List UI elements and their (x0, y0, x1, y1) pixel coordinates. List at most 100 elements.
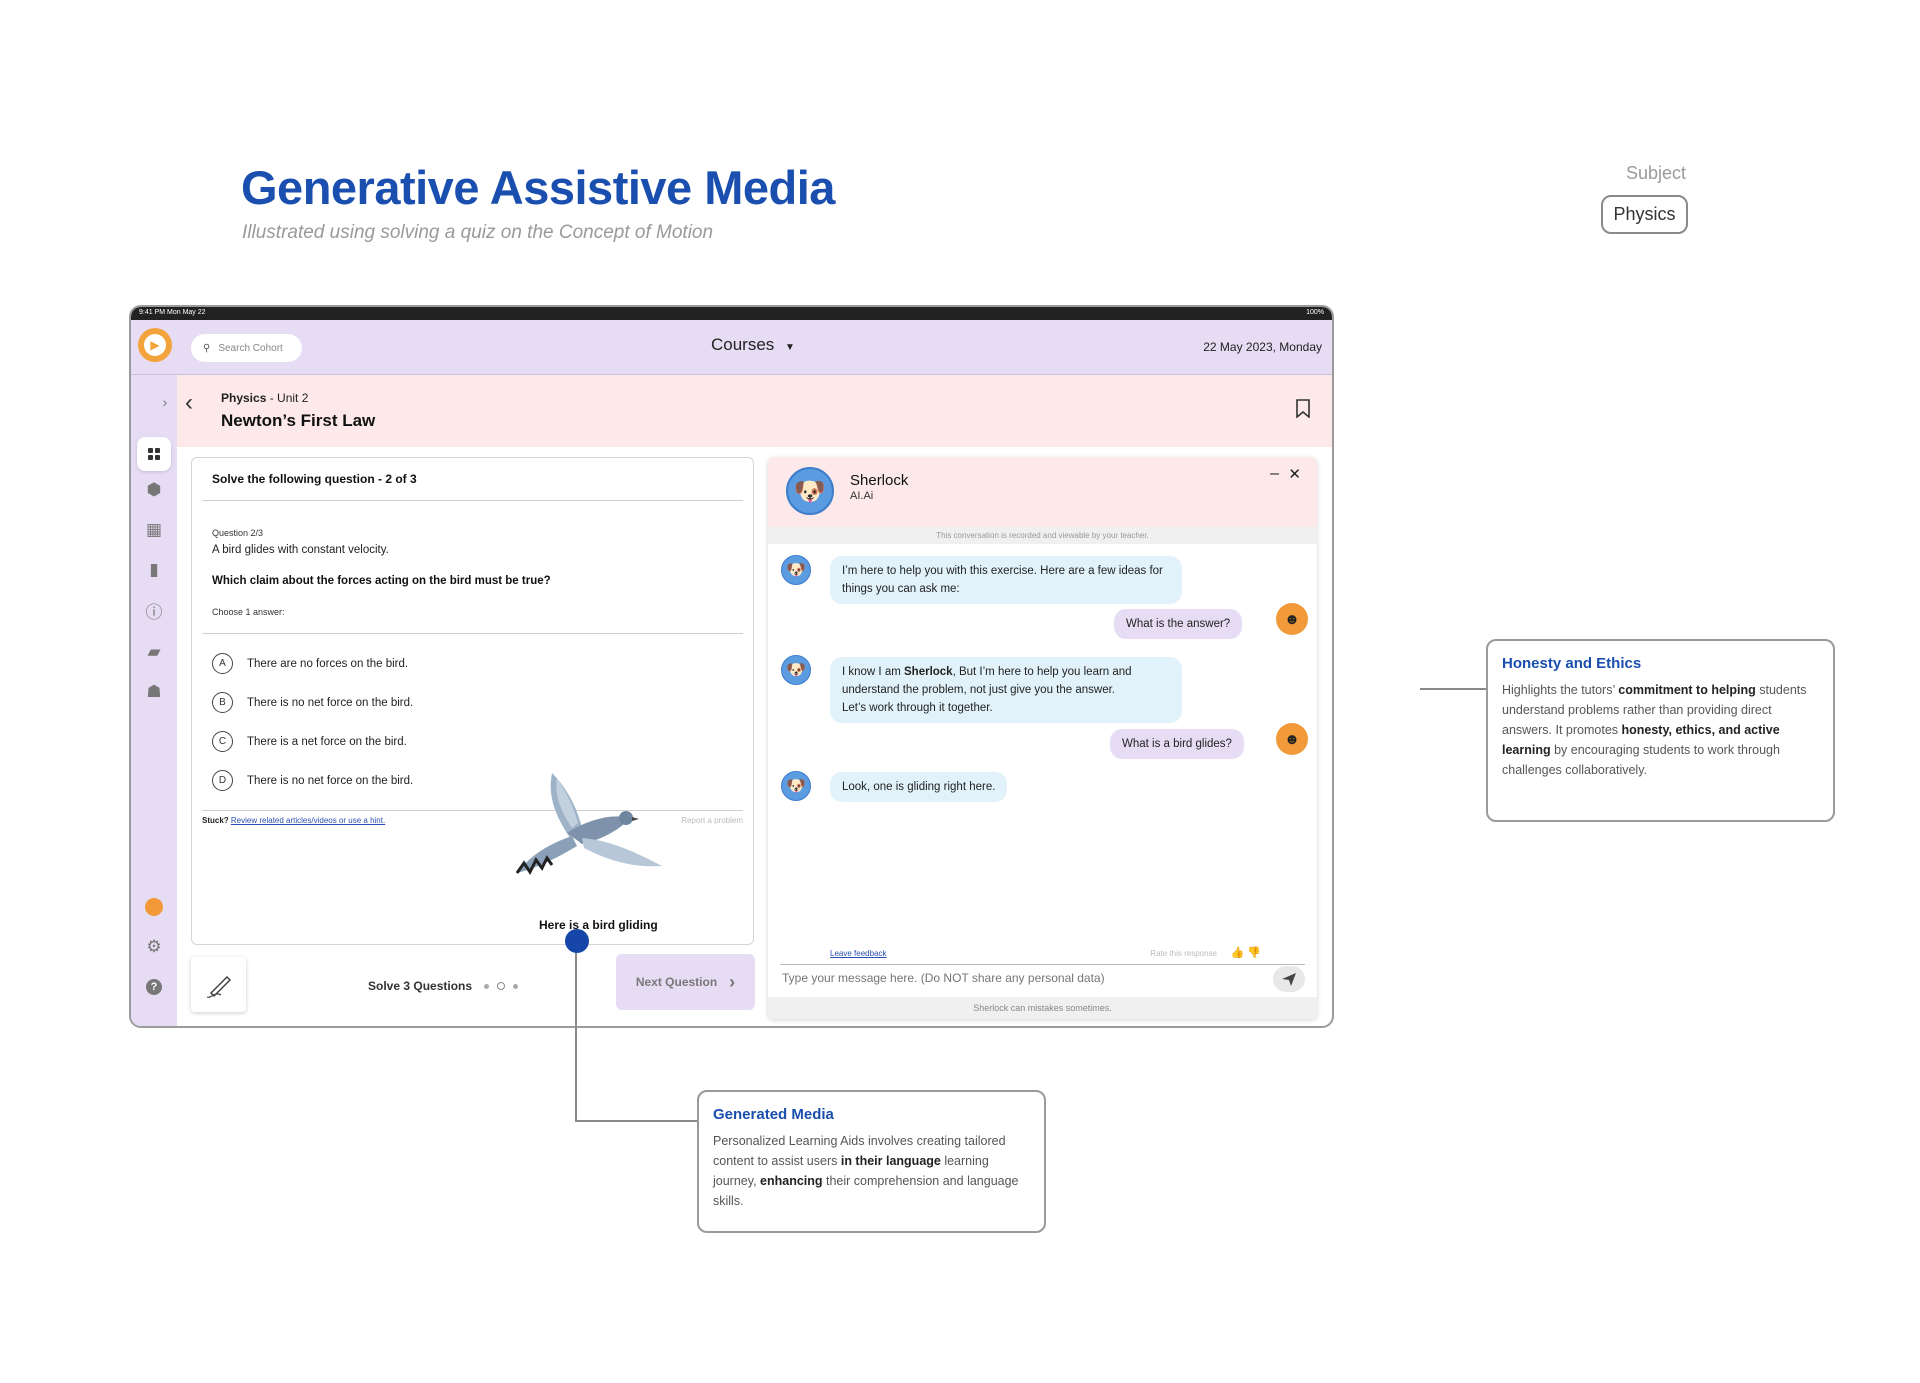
divider (202, 633, 743, 634)
callout-title: Generated Media (713, 1106, 834, 1123)
dog-face-icon: 🐶 (786, 662, 806, 679)
stuck-label: Stuck? (202, 816, 229, 825)
chat-message-user: What is a bird glides? (1110, 729, 1244, 759)
option-radio[interactable]: B (212, 692, 233, 713)
bookmark-icon[interactable] (1296, 399, 1310, 418)
minimize-icon[interactable]: – (1270, 465, 1279, 483)
bot-avatar-small: 🐶 (781, 771, 811, 801)
answer-option-b[interactable]: B There is no net force on the bird. (212, 692, 413, 713)
answer-option-a[interactable]: A There are no forces on the bird. (212, 653, 408, 674)
next-question-label: Next Question (635, 975, 718, 989)
answer-option-d[interactable]: D There is no net force on the bird. (212, 770, 413, 791)
scratchpad-button[interactable] (191, 957, 246, 1012)
sidebar-expand-chevron-icon[interactable]: › (155, 385, 175, 419)
sidebar-item-messages[interactable]: ▰ (137, 635, 171, 669)
sidebar-item-settings[interactable]: ⚙ (137, 930, 171, 964)
leave-feedback-link[interactable]: Leave feedback (830, 949, 887, 958)
dog-face-icon: 🐶 (786, 562, 806, 579)
option-radio[interactable]: A (212, 653, 233, 674)
thumbs-down-icon[interactable]: 👎 (1247, 947, 1261, 959)
progress-dot (513, 983, 518, 989)
media-connector-horizontal (575, 1120, 698, 1122)
progress-dots (484, 982, 518, 990)
gliding-bird-image (515, 773, 662, 875)
next-question-button[interactable]: Next Question › (616, 954, 755, 1010)
app-logo[interactable]: ▶ (138, 328, 172, 362)
send-button[interactable] (1273, 966, 1305, 992)
sidebar-item-help[interactable]: ? (137, 970, 171, 1004)
sidebar-item-dashboard[interactable] (137, 437, 171, 471)
lesson-title: Newton’s First Law (221, 411, 376, 430)
sidebar-item-info[interactable]: ⓘ (137, 593, 171, 627)
chevron-down-icon: ▼ (785, 342, 795, 353)
sidebar-item-modules[interactable]: ⬢ (137, 473, 171, 507)
hint-link[interactable]: Review related articles/videos or use a … (231, 816, 385, 825)
callout-emphasis: commitment to helping (1618, 683, 1756, 697)
recording-notice: This conversation is recorded and viewab… (768, 527, 1317, 544)
sidebar-avatar[interactable] (137, 890, 171, 924)
back-chevron-icon[interactable]: ‹ (185, 389, 193, 417)
sidebar: › ⬢ ▦ ▮ ⓘ ▰ ☗ ⚙ ? (131, 375, 177, 1026)
dashboard-icon (148, 448, 160, 460)
help-icon: ? (146, 979, 162, 995)
option-radio[interactable]: C (212, 731, 233, 752)
search-placeholder: Search Cohort (218, 342, 283, 354)
tablet-frame: 9:41 PM Mon May 22 100% ▶ ⚲ Search Cohor… (129, 305, 1334, 1028)
chat-disclaimer: Sherlock can mistakes sometimes. (768, 997, 1317, 1019)
divider (780, 964, 1305, 965)
user-avatar: ☻ (1276, 603, 1308, 635)
user-avatar: ☻ (1276, 723, 1308, 755)
info-icon: ⓘ (145, 602, 163, 622)
sidebar-item-groups[interactable]: ☗ (137, 675, 171, 709)
breadcrumb-unit: - Unit 2 (266, 391, 309, 405)
progress-dot (484, 983, 489, 989)
option-radio[interactable]: D (212, 770, 233, 791)
message-bold: Sherlock (904, 666, 953, 678)
status-battery: 100% (1306, 309, 1324, 316)
breadcrumb-subject[interactable]: Physics (221, 391, 266, 405)
chevron-right-icon: › (729, 971, 736, 992)
cube-icon: ⬢ (146, 480, 162, 499)
callout-body: Highlights the tutors’ commitment to hel… (1502, 680, 1819, 780)
logo-mark-icon: ▶ (144, 334, 166, 356)
quiz-card: Solve the following question - 2 of 3 Qu… (191, 457, 754, 945)
chat-message-input[interactable] (782, 971, 1202, 985)
chat-message-bot: I know I am Sherlock, But I’m here to he… (830, 657, 1182, 723)
thumbs-up-icon[interactable]: 👍 (1231, 947, 1245, 959)
option-label: There is a net force on the bird. (247, 735, 407, 748)
bot-avatar-small: 🐶 (781, 555, 811, 585)
search-cohort-input[interactable]: ⚲ Search Cohort (191, 334, 302, 362)
bot-avatar: 🐶 (786, 467, 834, 515)
question-prompt: Which claim about the forces acting on t… (212, 575, 551, 587)
courses-dropdown[interactable]: Courses ▼ (711, 335, 795, 355)
divider (202, 500, 743, 501)
option-label: There is no net force on the bird. (247, 696, 414, 709)
top-bar: ▶ ⚲ Search Cohort Courses ▼ 22 May 2023,… (131, 320, 1332, 375)
dog-face-icon: 🐶 (786, 778, 806, 795)
message-text: I know I am (842, 666, 904, 678)
callout-text: Highlights the tutors’ (1502, 683, 1619, 697)
chat-icon: ▰ (147, 642, 161, 661)
sidebar-item-calculator[interactable]: ▦ (137, 513, 171, 547)
stuck-hint: Stuck? Review related articles/videos or… (202, 816, 385, 825)
book-icon: ▮ (149, 560, 159, 579)
answer-option-c[interactable]: C There is a net force on the bird. (212, 731, 407, 752)
send-icon (1282, 973, 1296, 986)
callout-emphasis: in their language (840, 1154, 941, 1168)
chat-message-bot: Look, one is gliding right here. (830, 772, 1008, 802)
gear-icon: ⚙ (146, 937, 162, 956)
report-problem-link[interactable]: Report a problem (681, 816, 743, 825)
rate-response-label: Rate this response (1150, 949, 1217, 958)
question-stem: A bird glides with constant velocity. (212, 544, 389, 556)
question-number: Question 2/3 (212, 528, 264, 538)
subject-pill[interactable]: Physics (1601, 195, 1688, 234)
group-icon: ☗ (146, 682, 162, 701)
close-icon[interactable]: ✕ (1288, 465, 1301, 483)
callout-title: Honesty and Ethics (1502, 655, 1642, 672)
calculator-icon: ▦ (145, 520, 163, 539)
generated-media-callout: Generated Media Personalized Learning Ai… (697, 1090, 1046, 1233)
ai-tutor-chat: 🐶 Sherlock AI.Ai – ✕ This conversation i… (768, 457, 1317, 1019)
dog-face-icon: 🐶 (793, 475, 827, 506)
sidebar-item-library[interactable]: ▮ (137, 553, 171, 587)
breadcrumb: Physics - Unit 2 (221, 391, 308, 405)
